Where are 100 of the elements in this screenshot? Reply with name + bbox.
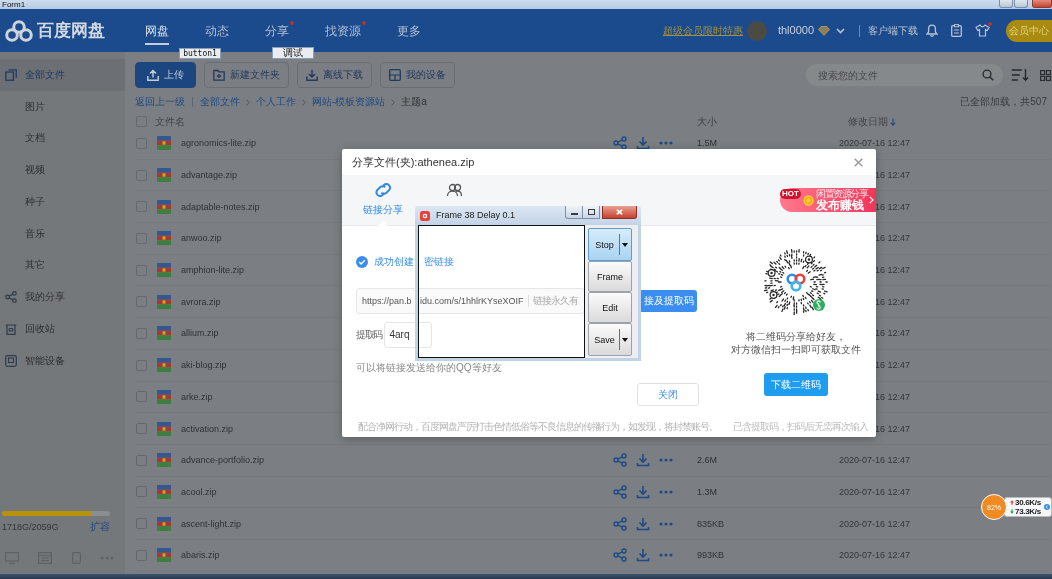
dialog-title: 分享文件(夹):athenea.zip xyxy=(352,155,475,169)
file-icon xyxy=(157,326,171,341)
recorder-button[interactable]: Stop xyxy=(588,228,632,261)
back-link[interactable]: 返回上一级 xyxy=(135,96,185,108)
caret-down-icon[interactable] xyxy=(622,337,628,342)
shirt-icon[interactable] xyxy=(975,24,990,37)
recorder-button[interactable]: Save xyxy=(588,323,632,356)
nav-tab[interactable]: 动态 xyxy=(205,9,229,45)
copy-link-button[interactable]: 接及提取码 xyxy=(641,290,697,312)
bell-icon[interactable] xyxy=(926,24,938,37)
notice-text: 配合净网行动，百度网盘严厉打击色情低俗等不良信息的传播行为，如发现，将封禁账号。 xyxy=(358,420,718,433)
promo-title: 发布赚钱 xyxy=(816,198,864,212)
nav-tab[interactable]: 网盘 xyxy=(145,9,169,45)
file-name[interactable]: anwoo.zip xyxy=(181,233,222,244)
clipboard-icon[interactable] xyxy=(951,24,962,37)
more-icon[interactable] xyxy=(659,141,673,146)
window-icon[interactable] xyxy=(38,552,53,564)
sidebar-item[interactable]: 全部文件 xyxy=(0,59,125,91)
more-icon[interactable] xyxy=(659,521,673,526)
expand-storage-link[interactable]: 扩容 xyxy=(90,521,110,533)
code-field[interactable]: 4arq xyxy=(383,322,432,348)
search-icon[interactable] xyxy=(982,69,994,81)
modified-date: 2020-07-16 12:47 xyxy=(838,455,910,466)
file-name[interactable]: activation.zip xyxy=(181,423,234,434)
sidebar-item[interactable]: 文档 xyxy=(0,122,125,155)
file-name[interactable]: abaris.zip xyxy=(181,550,220,561)
recorder-button[interactable]: Edit xyxy=(588,292,632,323)
minimize-button[interactable] xyxy=(565,206,583,219)
share-icon[interactable] xyxy=(613,136,627,151)
offline-download-button[interactable]: 离线下载 xyxy=(297,62,372,88)
file-name[interactable]: agronomics-lite.zip xyxy=(181,138,257,149)
file-name[interactable]: advantage.zip xyxy=(181,170,238,181)
file-name[interactable]: advance-portfolio.zip xyxy=(181,455,265,466)
breadcrumb-link[interactable]: 全部文件 xyxy=(200,96,240,108)
success-message: 密链接 xyxy=(424,256,454,268)
modified-date: 16 12:47 xyxy=(874,328,910,339)
file-name[interactable]: adaptable-notes.zip xyxy=(181,201,260,212)
modified-date: 16 12:47 xyxy=(874,201,910,212)
share-tab[interactable]: 链接分享 xyxy=(363,175,403,226)
maximize-button[interactable] xyxy=(583,206,600,219)
client-download-link[interactable]: 客户端下载 xyxy=(868,24,918,37)
phone-icon[interactable] xyxy=(71,552,81,564)
more-icon[interactable] xyxy=(659,458,673,463)
download-icon[interactable] xyxy=(636,136,650,151)
devices-button[interactable]: 我的设备 xyxy=(380,62,455,88)
vip-button[interactable]: 会员中心 xyxy=(1006,19,1052,42)
upload-button[interactable]: 上传 xyxy=(135,62,196,88)
file-name[interactable]: allium.zip xyxy=(181,328,219,339)
username[interactable]: thl0000 xyxy=(777,24,814,37)
qr-caption: 将二维码分享给好友， 对方微信扫一扫即可获取文件 xyxy=(731,330,861,356)
cloud-logo-icon[interactable] xyxy=(5,19,33,42)
promo-banner[interactable]: HOT 闲置资源分享 发布赚钱 xyxy=(780,188,876,212)
file-name[interactable]: amphion-lite.zip xyxy=(181,265,245,276)
sidebar-item[interactable]: 视频 xyxy=(0,154,125,186)
form-button[interactable]: 调试 xyxy=(272,47,314,59)
file-icon xyxy=(157,389,171,404)
nav-tab[interactable]: 更多 xyxy=(397,9,421,45)
sidebar-item[interactable]: 智能设备 xyxy=(0,344,125,377)
promo-link[interactable]: 超级会员限时特惠 xyxy=(662,24,743,37)
storage-usage-text: 1718G/2059G xyxy=(2,521,59,533)
breadcrumb-link[interactable]: 网站-模板资源站 xyxy=(312,96,386,108)
new-folder-button[interactable]: 新建文件夹 xyxy=(204,62,289,88)
grid-view-icon[interactable] xyxy=(1040,69,1051,81)
sort-down-icon[interactable] xyxy=(890,117,896,126)
file-name[interactable]: acool.zip xyxy=(181,486,217,497)
up-arrow-icon xyxy=(1010,500,1014,505)
more-icon[interactable] xyxy=(659,553,673,558)
search-field[interactable]: 搜索您的文件 xyxy=(806,64,1003,86)
download-qr-button[interactable]: 下载二维码 xyxy=(764,373,828,396)
close-icon[interactable] xyxy=(854,157,863,167)
file-name[interactable]: arke.zip xyxy=(181,391,213,402)
caret-down-icon[interactable] xyxy=(622,242,628,247)
sidebar-item[interactable]: 音乐 xyxy=(0,217,125,250)
nav-tab[interactable]: 找资源 xyxy=(325,9,361,45)
more-icon[interactable] xyxy=(659,489,673,494)
file-name[interactable]: avrora.zip xyxy=(181,296,221,307)
chevron-right-icon xyxy=(302,98,306,106)
download-icon xyxy=(306,69,318,81)
breadcrumb-link[interactable]: 个人工作 xyxy=(256,96,296,108)
chevron-left-icon[interactable] xyxy=(1044,504,1050,510)
sidebar-item[interactable]: 其它 xyxy=(0,249,125,282)
nav-tab[interactable]: 分享 xyxy=(265,9,289,45)
link-icon xyxy=(374,183,392,197)
sidebar-item[interactable]: 图片 xyxy=(0,90,125,123)
form-button[interactable]: button1 xyxy=(179,48,221,59)
sidebar-item[interactable]: 我的分享 xyxy=(0,281,125,313)
share-link-field[interactable]: https://pan.b idu.com/s/1hhlrKYseXOIF 链接永久有 xyxy=(356,288,585,314)
close-dialog-button[interactable]: 关闭 xyxy=(637,383,699,406)
qr-note: 已含提取码，扫码后无需再次输入 xyxy=(733,420,868,433)
recorder-button[interactable]: Frame xyxy=(588,261,632,292)
link-validity[interactable]: 链接永久有 xyxy=(532,295,578,307)
chevron-down-icon[interactable] xyxy=(836,27,845,34)
sort-icon[interactable] xyxy=(1011,68,1029,82)
sidebar-item[interactable]: 种子 xyxy=(0,186,125,218)
file-icon xyxy=(157,231,171,246)
close-button[interactable] xyxy=(602,206,637,219)
file-name[interactable]: aki-blog.zip xyxy=(181,360,227,371)
sidebar-item[interactable]: 回收站 xyxy=(0,313,125,345)
file-name[interactable]: ascent-light.zip xyxy=(181,518,242,529)
monitor-icon[interactable] xyxy=(5,552,19,564)
